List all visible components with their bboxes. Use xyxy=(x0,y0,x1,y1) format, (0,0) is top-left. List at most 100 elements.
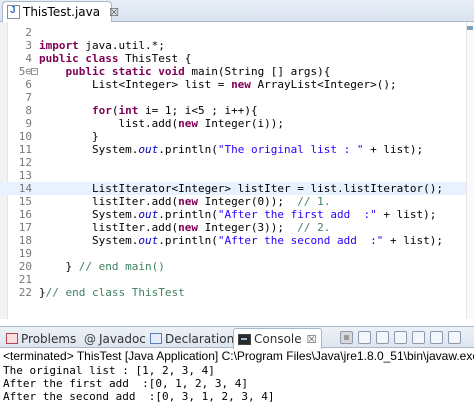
editor-tab-thistest[interactable]: ThisTest.java ☒ xyxy=(2,1,119,22)
line-number: 20 xyxy=(18,260,32,273)
token: + list); xyxy=(383,234,444,247)
close-icon[interactable]: ☒ xyxy=(109,6,119,19)
line-number: 19 xyxy=(18,247,32,260)
token: System. xyxy=(39,234,139,247)
java-file-icon xyxy=(7,5,20,19)
token-fld: out xyxy=(138,143,159,156)
token-kw: new xyxy=(231,78,251,91)
console-icon xyxy=(238,333,251,345)
token: ThisTest { xyxy=(118,52,192,65)
token-kw: public class xyxy=(39,52,119,65)
code-line[interactable]: 6 List<Integer> list = new ArrayList<Int… xyxy=(0,78,474,91)
code-line[interactable]: 14 ListIterator<Integer> listIter = list… xyxy=(0,182,474,195)
code-line[interactable]: 18 System.out.println("After the second … xyxy=(0,234,474,247)
code-text: listIter.add(new Integer(3)); // 2. xyxy=(39,221,330,234)
code-line[interactable]: 19 xyxy=(0,247,474,260)
code-line[interactable]: 3 import java.util.*; xyxy=(0,39,474,52)
token: } xyxy=(39,260,79,273)
tab-console[interactable]: Console ☒ xyxy=(233,328,322,349)
console-status: <terminated> ThisTest [Java Application]… xyxy=(0,349,474,364)
console-output[interactable]: The original list : [1, 2, 3, 4] After t… xyxy=(0,364,474,414)
token: .println( xyxy=(158,208,218,221)
token: listIter.add( xyxy=(39,195,179,208)
token: list.add( xyxy=(39,117,179,130)
fold-toggle-icon[interactable]: − xyxy=(31,68,38,75)
token-cmt: // end main() xyxy=(78,260,165,273)
editor-tab-bar: ThisTest.java ☒ xyxy=(0,0,474,22)
overview-marker[interactable] xyxy=(467,26,473,30)
token: List<Integer> list = xyxy=(39,78,232,91)
overview-ruler[interactable] xyxy=(466,22,474,319)
code-text: public static void main(String [] args){ xyxy=(39,65,331,78)
close-icon[interactable]: ☒ xyxy=(307,333,317,346)
token: .println( xyxy=(158,234,218,247)
line-number: 18 xyxy=(18,234,32,247)
token-kw: new xyxy=(178,195,198,208)
token-str: "The original list : " xyxy=(217,143,364,156)
tab-javadoc[interactable]: @ Javadoc xyxy=(84,329,146,348)
code-line[interactable]: 7 xyxy=(0,91,474,104)
code-line[interactable]: 10 } xyxy=(0,130,474,143)
code-text: System.out.println("After the first add … xyxy=(39,208,436,221)
line-number: 3 xyxy=(25,39,32,52)
code-text: System.out.println("After the second add… xyxy=(39,234,443,247)
code-line[interactable]: 5⊖ − public static void main(String [] ar… xyxy=(0,65,474,78)
token: Integer(i)); xyxy=(197,117,285,130)
pin-console-icon[interactable] xyxy=(430,331,443,344)
tab-javadoc-label: Javadoc xyxy=(99,331,146,346)
open-console-icon[interactable] xyxy=(448,331,461,344)
code-text: import java.util.*; xyxy=(39,39,165,52)
scroll-lock-icon[interactable] xyxy=(412,331,425,344)
terminate-icon[interactable] xyxy=(340,331,353,344)
line-number: 4 xyxy=(25,52,32,65)
code-line[interactable]: 4 public class ThisTest { xyxy=(0,52,474,65)
token: java.util.*; xyxy=(78,39,165,52)
line-number: 7 xyxy=(25,91,32,104)
code-line[interactable]: 17 listIter.add(new Integer(3)); // 2. xyxy=(0,221,474,234)
token-str: "After the second add :" xyxy=(217,234,384,247)
code-line[interactable]: 11 System.out.println("The original list… xyxy=(0,143,474,156)
line-number: 16 xyxy=(18,208,32,221)
code-text: for(int i= 1; i<5 ; i++){ xyxy=(39,104,258,117)
token: } xyxy=(39,130,99,143)
code-line[interactable]: 12 xyxy=(0,156,474,169)
tab-problems[interactable]: Problems xyxy=(6,329,76,348)
remove-launch-icon[interactable] xyxy=(358,331,371,344)
code-line[interactable]: 21 xyxy=(0,273,474,286)
code-line[interactable]: 2 xyxy=(0,26,474,39)
code-line[interactable]: 15 listIter.add(new Integer(0)); // 1. xyxy=(0,195,474,208)
code-line[interactable]: 8 for(int i= 1; i<5 ; i++){ xyxy=(0,104,474,117)
line-number: 14 xyxy=(18,182,32,195)
code-line[interactable]: 13 xyxy=(0,169,474,182)
token: listIter.add( xyxy=(39,221,179,234)
line-number: 10 xyxy=(18,130,32,143)
line-number: 8 xyxy=(25,104,32,117)
line-number: 5⊖ xyxy=(18,65,32,78)
code-editor[interactable]: 2 3 import java.util.*; 4 public class ThisT… xyxy=(0,22,474,319)
code-text: List<Integer> list = new ArrayList<Integ… xyxy=(39,78,397,91)
code-line[interactable]: 20 } // end main() xyxy=(0,260,474,273)
token-fld: out xyxy=(138,234,159,247)
code-line[interactable]: 9 list.add(new Integer(i)); xyxy=(0,117,474,130)
tab-declaration-label: Declaration xyxy=(165,331,235,346)
code-line[interactable]: 16 System.out.println("After the first a… xyxy=(0,208,474,221)
code-text: listIter.add(new Integer(0)); // 1. xyxy=(39,195,330,208)
token: System. xyxy=(39,143,139,156)
token-cmt: // 2. xyxy=(297,221,331,234)
tab-declaration[interactable]: Declaration xyxy=(150,329,234,348)
token-str: "After the first add :" xyxy=(217,208,377,221)
token-cmt: // 1. xyxy=(297,195,331,208)
line-number: 12 xyxy=(18,156,32,169)
token: .println( xyxy=(158,143,218,156)
line-number: 21 xyxy=(18,273,32,286)
remove-all-launches-icon[interactable] xyxy=(376,331,389,344)
code-text: } xyxy=(39,130,99,143)
clear-console-icon[interactable] xyxy=(394,331,407,344)
token: i= 1; i<5 ; i++){ xyxy=(138,104,258,117)
token: + list); xyxy=(376,208,437,221)
code-text: ListIterator<Integer> listIter = list.li… xyxy=(39,182,443,195)
line-number: 15 xyxy=(18,195,32,208)
code-text: }// end class ThisTest xyxy=(39,286,185,299)
code-text: public class ThisTest { xyxy=(39,52,191,65)
code-line[interactable]: 22}// end class ThisTest xyxy=(0,286,474,299)
